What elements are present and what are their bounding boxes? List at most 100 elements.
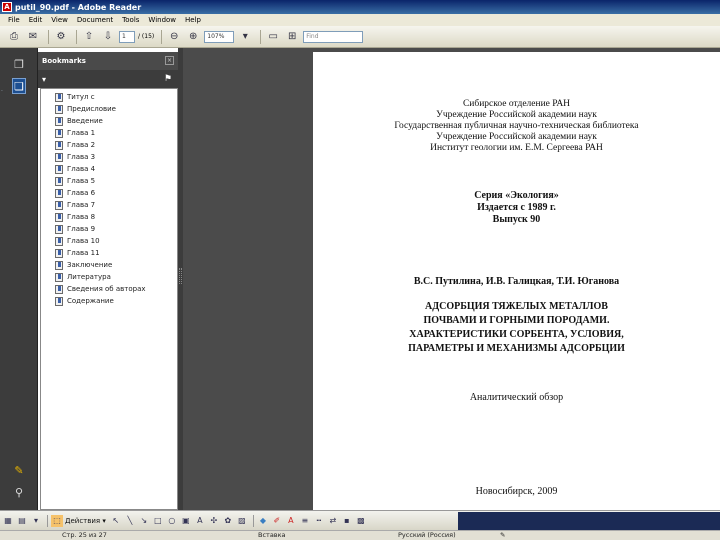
status-page: Стр. 25 из 27 bbox=[62, 531, 107, 539]
oval-icon[interactable]: ○ bbox=[166, 515, 178, 527]
bookmark-item[interactable]: Глава 6 bbox=[41, 187, 177, 199]
window-title: putil_90.pdf - Adobe Reader bbox=[15, 2, 142, 12]
pointer-icon[interactable]: ↖ bbox=[110, 515, 122, 527]
fill-color-icon[interactable]: ◆ bbox=[257, 515, 269, 527]
status-language: Русский (Россия) bbox=[398, 531, 456, 539]
arrow-icon[interactable]: ↘ bbox=[138, 515, 150, 527]
grid-icon[interactable]: ▦ bbox=[2, 515, 14, 527]
bookmarks-tab-icon[interactable]: ❏ bbox=[12, 78, 26, 94]
line-icon[interactable]: ╲ bbox=[124, 515, 136, 527]
picture-icon[interactable]: ▨ bbox=[236, 515, 248, 527]
bookmark-item[interactable]: Глава 3 bbox=[41, 151, 177, 163]
select-objects-icon[interactable]: ⬚ bbox=[51, 514, 63, 527]
find-input[interactable]: Find bbox=[303, 30, 364, 43]
menu-file[interactable]: File bbox=[8, 16, 20, 24]
bookmark-item[interactable]: Содержание bbox=[41, 295, 177, 307]
bookmark-label: Глава 4 bbox=[67, 165, 96, 173]
bookmark-label: Глава 6 bbox=[67, 189, 96, 197]
zoom-out-icon[interactable]: ⊖ bbox=[166, 29, 182, 45]
pages-tab-icon[interactable]: ❐ bbox=[12, 56, 26, 72]
email-icon[interactable]: ✉ bbox=[25, 29, 41, 45]
fit-width-icon[interactable]: ⊞ bbox=[284, 29, 300, 45]
bookmark-item[interactable]: Титул с bbox=[41, 91, 177, 103]
bookmark-icon bbox=[55, 128, 63, 138]
font-color-icon[interactable]: A bbox=[285, 515, 297, 527]
bookmark-icon bbox=[55, 104, 63, 114]
bookmark-item[interactable]: Глава 5 bbox=[41, 175, 177, 187]
toolbar-separator bbox=[76, 29, 77, 44]
bookmark-label: Глава 2 bbox=[67, 141, 96, 149]
menu-window[interactable]: Window bbox=[148, 16, 176, 24]
org-line: Институт геологии им. Е.М. Сергеева РАН bbox=[430, 143, 603, 153]
spellcheck-icon[interactable]: ✎ bbox=[500, 531, 505, 540]
clipart-icon[interactable]: ✿ bbox=[222, 515, 234, 527]
actions-menu[interactable]: Действия ▾ bbox=[65, 517, 106, 525]
bookmark-item[interactable]: Глава 4 bbox=[41, 163, 177, 175]
menu-bar: File Edit View Document Tools Window Hel… bbox=[0, 14, 720, 26]
bookmark-label: Заключение bbox=[67, 261, 113, 269]
book-title-line: ПОЧВАМИ И ГОРНЫМИ ПОРОДАМИ. bbox=[423, 315, 610, 326]
bookmark-label: Сведения об авторах bbox=[67, 285, 146, 293]
bookmark-item[interactable]: Сведения об авторах bbox=[41, 283, 177, 295]
bookmark-item[interactable]: Заключение bbox=[41, 259, 177, 271]
bookmarks-pane-header: Bookmarks × bbox=[38, 52, 178, 70]
arrow-style-icon[interactable]: ⇄ bbox=[327, 515, 339, 527]
menu-tools[interactable]: Tools bbox=[122, 16, 139, 24]
view-icon[interactable]: ▤ bbox=[16, 515, 28, 527]
close-pane-icon[interactable]: × bbox=[165, 56, 174, 65]
document-view[interactable]: Сибирское отделение РАН Учреждение Росси… bbox=[183, 48, 720, 510]
diagram-icon[interactable]: ✣ bbox=[208, 515, 220, 527]
toolbar-separator bbox=[252, 514, 254, 527]
bookmark-icon bbox=[55, 284, 63, 294]
bookmark-item[interactable]: Глава 11 bbox=[41, 247, 177, 259]
previous-page-icon[interactable]: ⇧ bbox=[81, 29, 97, 45]
org-line: Учреждение Российской академии наук bbox=[436, 110, 597, 120]
bookmark-item[interactable]: Глава 1 bbox=[41, 127, 177, 139]
series-line: Издается с 1989 г. bbox=[477, 202, 556, 213]
bookmark-icon bbox=[55, 236, 63, 246]
main-toolbar: ⎙ ✉ ⚙ ⇧ ⇩ 1 / (15) ⊖ ⊕ 107% ▾ ▭ ⊞ Find bbox=[0, 26, 720, 48]
line-style-icon[interactable]: ≡ bbox=[299, 515, 311, 527]
bookmark-label: Литература bbox=[67, 273, 111, 281]
new-bookmark-icon[interactable]: ⚑ bbox=[164, 74, 172, 84]
menu-document[interactable]: Document bbox=[77, 16, 113, 24]
bookmark-label: Глава 10 bbox=[67, 237, 100, 245]
org-line: Сибирское отделение РАН bbox=[462, 99, 571, 109]
textbox-icon[interactable]: ▣ bbox=[180, 515, 192, 527]
fit-page-icon[interactable]: ▭ bbox=[265, 29, 281, 45]
bookmark-item[interactable]: Глава 2 bbox=[41, 139, 177, 151]
attachments-icon[interactable]: ⚲ bbox=[12, 484, 26, 500]
rectangle-icon[interactable]: □ bbox=[152, 515, 164, 527]
next-page-icon[interactable]: ⇩ bbox=[100, 29, 116, 45]
bookmark-icon bbox=[55, 248, 63, 258]
bookmark-item[interactable]: Предисловие bbox=[41, 103, 177, 115]
bookmark-item[interactable]: Глава 10 bbox=[41, 235, 177, 247]
shadow-icon[interactable]: ▪ bbox=[341, 515, 353, 527]
wordart-icon[interactable]: A bbox=[194, 515, 206, 527]
menu-edit[interactable]: Edit bbox=[29, 16, 43, 24]
line-color-icon[interactable]: ✐ bbox=[271, 515, 283, 527]
zoom-in-icon[interactable]: ⊕ bbox=[185, 29, 201, 45]
share-icon[interactable]: ⚙ bbox=[53, 29, 69, 45]
3d-icon[interactable]: ▩ bbox=[355, 515, 367, 527]
splitter-grip[interactable] bbox=[179, 268, 182, 284]
bookmark-icon bbox=[55, 92, 63, 102]
bookmark-item[interactable]: Глава 7 bbox=[41, 199, 177, 211]
menu-view[interactable]: View bbox=[51, 16, 68, 24]
bookmark-item[interactable]: Глава 9 bbox=[41, 223, 177, 235]
comments-icon[interactable]: ✎ bbox=[12, 462, 26, 478]
chevron-down-icon[interactable]: ▾ bbox=[237, 29, 253, 45]
options-menu-button[interactable]: ▾ bbox=[42, 75, 46, 84]
dash-style-icon[interactable]: ┅ bbox=[313, 515, 325, 527]
bookmark-item[interactable]: Введение bbox=[41, 115, 177, 127]
bookmark-label: Глава 9 bbox=[67, 225, 96, 233]
menu-help[interactable]: Help bbox=[185, 16, 201, 24]
page-number-input[interactable]: 1 bbox=[119, 30, 135, 43]
bookmark-icon bbox=[55, 176, 63, 186]
zoom-input[interactable]: 107% bbox=[204, 30, 235, 43]
bookmark-item[interactable]: Глава 8 bbox=[41, 211, 177, 223]
chevron-down-icon[interactable]: ▾ bbox=[30, 515, 42, 527]
print-icon[interactable]: ⎙ bbox=[6, 29, 22, 45]
bookmark-icon bbox=[55, 164, 63, 174]
bookmark-item[interactable]: Литература bbox=[41, 271, 177, 283]
